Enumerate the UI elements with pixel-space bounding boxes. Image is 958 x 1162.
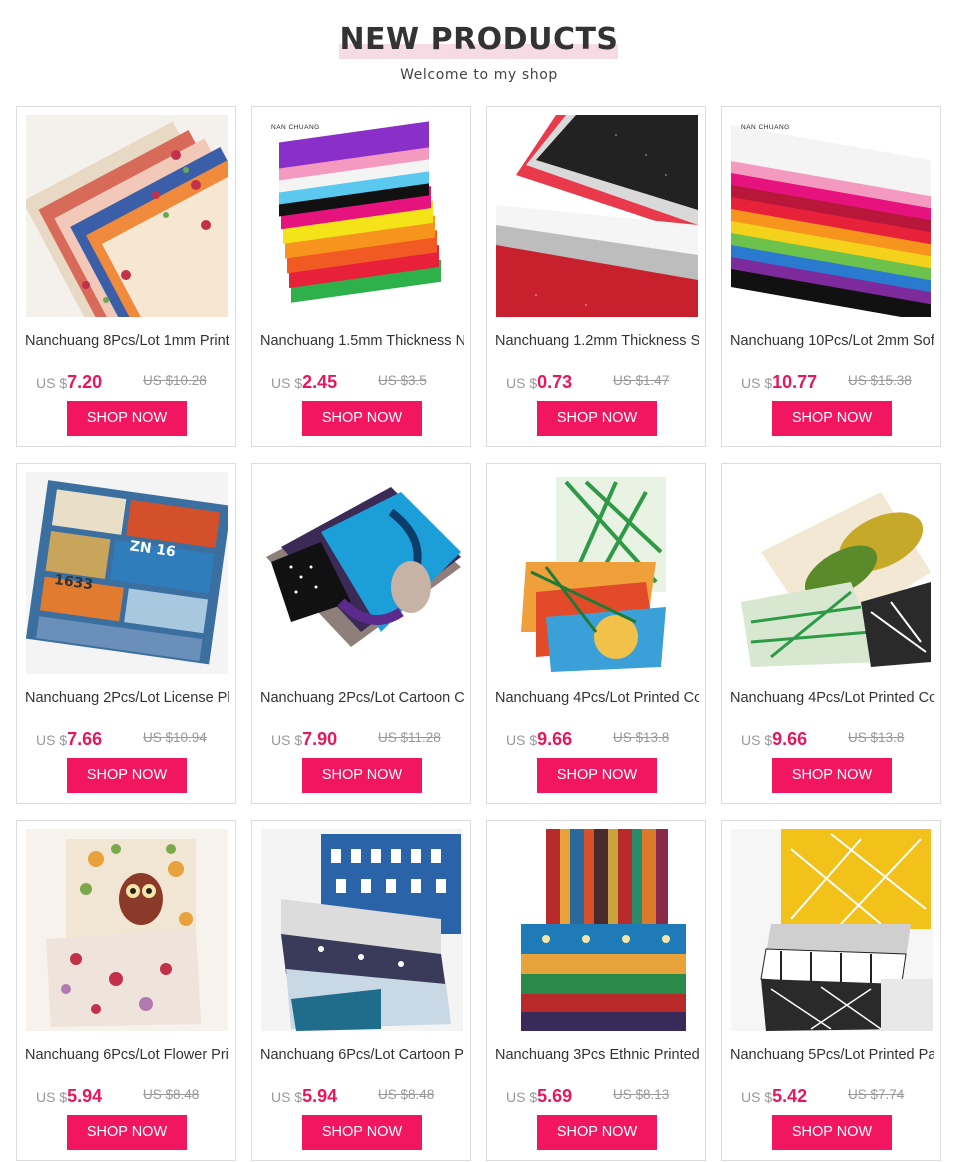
current-price: US $5.94	[271, 1086, 338, 1106]
price-row: US $5.94 US $8.48	[252, 1082, 472, 1106]
original-price: US $15.38	[848, 373, 912, 388]
price-row: US $5.42 US $7.74	[722, 1082, 942, 1106]
geometric-fabric-image[interactable]	[731, 829, 933, 1031]
price-row: US $7.20 US $10.28	[17, 368, 237, 392]
product-card[interactable]: Nanchuang 6Pcs/Lot Flower Printed Patchw…	[16, 820, 236, 1161]
ethnic-stripe-fabric-image[interactable]	[496, 829, 698, 1031]
product-name[interactable]: Nanchuang 10Pcs/Lot 2mm Soft Felt Fabric…	[730, 332, 934, 350]
original-price: US $13.8	[613, 730, 670, 745]
product-card[interactable]: Nanchuang 1.2mm Thickness Soft Glitter N…	[486, 106, 706, 447]
shop-now-button[interactable]: SHOP NOW	[772, 401, 892, 436]
current-price: US $9.66	[741, 729, 808, 749]
product-card[interactable]: Nanchuang 8Pcs/Lot 1mm Print Non Woven C…	[16, 106, 236, 447]
original-price: US $8.13	[613, 1087, 670, 1102]
shop-now-button[interactable]: SHOP NOW	[67, 758, 187, 793]
original-price: US $1.47	[613, 373, 670, 388]
product-name[interactable]: Nanchuang 5Pcs/Lot Printed Patchwork Cot…	[730, 1046, 934, 1064]
price-row: US $7.90 US $11.28	[252, 725, 472, 749]
floral-felt-stack-image[interactable]	[26, 115, 228, 317]
brand-mark: NAN CHUANG	[741, 124, 790, 131]
product-card[interactable]: ZN 16 1633 Nanchuang 2Pcs/Lot License Pl…	[16, 463, 236, 804]
owl-flower-fabric-image[interactable]	[26, 829, 228, 1031]
price-row: US $9.66 US $13.8	[487, 725, 707, 749]
original-price: US $8.48	[378, 1087, 435, 1102]
page-title: NEW PRODUCTS	[339, 22, 619, 57]
current-price: US $10.77	[741, 372, 818, 392]
original-price: US $7.74	[848, 1087, 905, 1102]
shop-now-button[interactable]: SHOP NOW	[537, 401, 657, 436]
tropical-leaf-fabric-image[interactable]	[496, 472, 698, 674]
shop-now-button[interactable]: SHOP NOW	[302, 401, 422, 436]
shop-now-button[interactable]: SHOP NOW	[772, 758, 892, 793]
shop-now-button[interactable]: SHOP NOW	[302, 758, 422, 793]
shop-now-button[interactable]: SHOP NOW	[302, 1115, 422, 1150]
original-price: US $8.48	[143, 1087, 200, 1102]
product-name[interactable]: Nanchuang 2Pcs/Lot Cartoon Cotton Canvas…	[260, 689, 464, 707]
original-price: US $13.8	[848, 730, 905, 745]
product-card[interactable]: Nanchuang 3Pcs Ethnic Printed Cotton Lin…	[486, 820, 706, 1161]
product-card[interactable]: NAN CHUANG Nanchuang 10Pcs/Lot 2mm Soft …	[721, 106, 941, 447]
original-price: US $11.28	[378, 730, 441, 745]
shop-now-button[interactable]: SHOP NOW	[537, 758, 657, 793]
product-name[interactable]: Nanchuang 2Pcs/Lot License Plate Canvas …	[25, 689, 229, 707]
product-name[interactable]: Nanchuang 4Pcs/Lot Printed Cotton Canvas…	[730, 689, 934, 707]
shop-now-button[interactable]: SHOP NOW	[537, 1115, 657, 1150]
product-name[interactable]: Nanchuang 8Pcs/Lot 1mm Print Non Woven C…	[25, 332, 229, 350]
original-price: US $10.28	[143, 373, 207, 388]
brand-mark: NAN CHUANG	[271, 124, 320, 131]
current-price: US $7.66	[36, 729, 103, 749]
color-felt-stack-image[interactable]: NAN CHUANG	[731, 115, 933, 317]
original-price: US $10.94	[143, 730, 207, 745]
product-card[interactable]: Nanchuang 4Pcs/Lot Printed Cotton Canvas…	[486, 463, 706, 804]
product-name[interactable]: Nanchuang 6Pcs/Lot Flower Printed Patchw…	[25, 1046, 229, 1064]
price-row: US $7.66 US $10.94	[17, 725, 237, 749]
current-price: US $7.90	[271, 729, 338, 749]
product-card[interactable]: Nanchuang 6Pcs/Lot Cartoon Printed Patch…	[251, 820, 471, 1161]
current-price: US $5.69	[506, 1086, 573, 1106]
page-subtitle: Welcome to my shop	[400, 67, 558, 83]
rainbow-felt-stack-image[interactable]: NAN CHUANG	[261, 115, 463, 317]
price-row: US $5.69 US $8.13	[487, 1082, 707, 1106]
license-plate-fabric-image[interactable]: ZN 16 1633	[26, 472, 228, 674]
current-price: US $0.73	[506, 372, 573, 392]
product-card[interactable]: Nanchuang 5Pcs/Lot Printed Patchwork Cot…	[721, 820, 941, 1161]
banana-leaf-fabric-image[interactable]	[731, 472, 933, 674]
price-row: US $9.66 US $13.8	[722, 725, 942, 749]
alpaca-fabric-image[interactable]	[261, 829, 463, 1031]
product-card[interactable]: Nanchuang 4Pcs/Lot Printed Cotton Canvas…	[721, 463, 941, 804]
original-price: US $3.5	[378, 373, 427, 388]
product-name[interactable]: Nanchuang 6Pcs/Lot Cartoon Printed Patch…	[260, 1046, 464, 1064]
product-name[interactable]: Nanchuang 4Pcs/Lot Printed Cotton Canvas…	[495, 689, 699, 707]
product-card[interactable]: NAN CHUANG Nanchuang 1.5mm Thickness Non…	[251, 106, 471, 447]
price-row: US $5.94 US $8.48	[17, 1082, 237, 1106]
current-price: US $7.20	[36, 372, 103, 392]
current-price: US $5.42	[741, 1086, 808, 1106]
product-name[interactable]: Nanchuang 1.2mm Thickness Soft Glitter N…	[495, 332, 699, 350]
shop-now-button[interactable]: SHOP NOW	[67, 1115, 187, 1150]
shop-now-button[interactable]: SHOP NOW	[772, 1115, 892, 1150]
current-price: US $2.45	[271, 372, 338, 392]
section-header: NEW PRODUCTS Welcome to my shop	[0, 0, 958, 100]
product-card[interactable]: Nanchuang 2Pcs/Lot Cartoon Cotton Canvas…	[251, 463, 471, 804]
blue-pattern-fabric-image[interactable]	[261, 472, 463, 674]
current-price: US $5.94	[36, 1086, 103, 1106]
price-row: US $0.73 US $1.47	[487, 368, 707, 392]
shop-now-button[interactable]: SHOP NOW	[67, 401, 187, 436]
product-name[interactable]: Nanchuang 3Pcs Ethnic Printed Cotton Lin…	[495, 1046, 699, 1064]
current-price: US $9.66	[506, 729, 573, 749]
price-row: US $10.77 US $15.38	[722, 368, 942, 392]
product-name[interactable]: Nanchuang 1.5mm Thickness Non Woven Poly…	[260, 332, 464, 350]
price-row: US $2.45 US $3.5	[252, 368, 472, 392]
glitter-felt-sheets-image[interactable]	[496, 115, 698, 317]
